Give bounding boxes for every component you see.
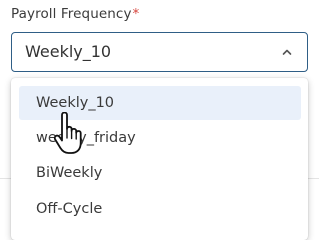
field-label: Payroll Frequency* — [11, 6, 139, 22]
field-label-text: Payroll Frequency — [11, 6, 132, 22]
option-off-cycle[interactable]: Off-Cycle — [19, 192, 301, 226]
select-value: Weekly_10 — [25, 42, 112, 61]
dropdown-menu: Weekly_10 weekly_friday BiWeekly Off-Cyc… — [11, 78, 308, 240]
hand-pointer-icon — [53, 112, 82, 154]
chevron-up-icon[interactable] — [281, 46, 293, 58]
payroll-frequency-select[interactable]: Weekly_10 — [11, 32, 308, 72]
payroll-frequency-field: Payroll Frequency* Weekly_10 Weekly_10 w… — [0, 0, 319, 240]
required-marker: * — [132, 6, 140, 22]
option-biweekly[interactable]: BiWeekly — [19, 156, 301, 190]
